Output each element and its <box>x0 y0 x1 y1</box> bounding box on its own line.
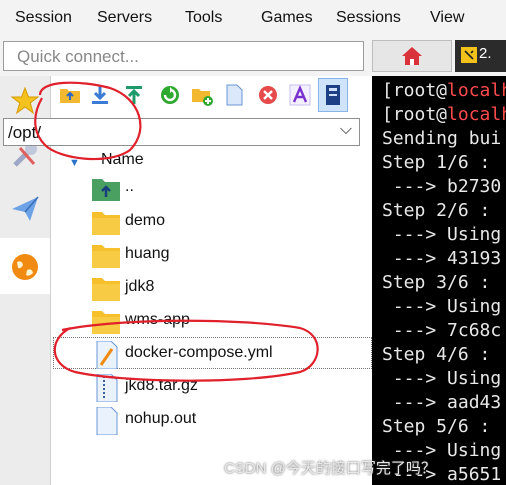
delete-icon[interactable] <box>257 84 279 106</box>
download-icon[interactable] <box>89 84 111 106</box>
terminal[interactable]: [root@localh [root@localh Sending bui St… <box>372 76 506 485</box>
terminal-line: Step 2/6 : <box>382 200 502 221</box>
list-item-label: nohup.out <box>125 410 197 427</box>
list-item[interactable]: jdk8 <box>87 271 372 305</box>
edit-file-icon <box>96 341 118 369</box>
file-icon <box>96 407 118 435</box>
folder-icon <box>92 245 120 268</box>
terminal-line: [root@localh <box>382 80 506 101</box>
terminal-line: Step 4/6 : <box>382 344 502 365</box>
list-item[interactable]: docker-compose.yml <box>87 337 372 371</box>
folder-icon <box>92 311 120 334</box>
menu-tools[interactable]: Tools <box>185 9 222 27</box>
terminal-line: ---> b2730 <box>382 176 502 197</box>
list-item-label: jkd8.tar.gz <box>125 377 198 394</box>
list-item[interactable]: nohup.out <box>87 403 372 437</box>
terminal-icon <box>461 47 477 63</box>
tab-terminal[interactable]: 2. <box>455 40 506 72</box>
terminal-tab-label: 2. <box>479 45 492 62</box>
star-icon <box>10 86 40 115</box>
parent-folder-icon <box>92 179 120 201</box>
home-icon <box>402 47 422 65</box>
folder-icon <box>92 278 120 301</box>
menu-view[interactable]: View <box>430 9 464 27</box>
list-item[interactable]: huang <box>87 238 372 272</box>
list-item[interactable]: .. <box>87 171 372 205</box>
terminal-line: Step 5/6 : <box>382 416 502 437</box>
globe-icon <box>12 254 38 280</box>
terminal-line: ---> 43193 <box>382 248 502 269</box>
refresh-icon[interactable] <box>159 84 181 106</box>
terminal-line: Step 1/6 : <box>382 152 502 173</box>
terminal-line: ---> Using <box>382 224 502 245</box>
sort-caret-icon[interactable]: ▼ <box>69 157 80 169</box>
watermark: CSDN @今天的接口写完了吗？ <box>224 460 436 477</box>
list-item-label: demo <box>125 212 166 229</box>
list-item-label: huang <box>125 245 170 262</box>
list-item-label: docker-compose.yml <box>125 344 273 361</box>
sidebar-tab-macros[interactable] <box>2 184 46 236</box>
new-folder-icon[interactable] <box>191 84 213 106</box>
properties-icon <box>326 85 340 105</box>
archive-file-icon <box>96 374 118 402</box>
quick-connect-input[interactable]: Quick connect... <box>3 41 364 71</box>
folder-icon <box>92 212 120 235</box>
list-item[interactable]: wms-app <box>87 304 372 338</box>
menu-games[interactable]: Games <box>261 9 313 27</box>
list-item-label: wms-app <box>125 311 190 328</box>
terminal-line: ---> Using <box>382 296 502 317</box>
upload-icon[interactable] <box>123 84 145 106</box>
menu-servers[interactable]: Servers <box>97 9 152 27</box>
rename-icon[interactable] <box>289 84 311 106</box>
terminal-line: ---> aad43 <box>382 392 502 413</box>
terminal-line: ---> Using <box>382 368 502 389</box>
menu-sessions[interactable]: Sessions <box>336 9 401 27</box>
sidebar-tab-sftp[interactable] <box>0 238 50 294</box>
open-folder-icon[interactable] <box>59 84 81 106</box>
path-value: /opt/ <box>8 123 42 142</box>
terminal-line: Sending bui <box>382 128 502 149</box>
list-item-label: jdk8 <box>125 278 155 295</box>
column-header-name[interactable]: Name <box>101 151 144 169</box>
menu-session[interactable]: Session <box>15 9 72 27</box>
new-file-icon[interactable] <box>223 84 245 106</box>
terminal-line: [root@localh <box>382 104 506 125</box>
list-item[interactable]: jkd8.tar.gz <box>87 370 372 404</box>
tab-home[interactable] <box>372 40 452 72</box>
menu-bar: Session Servers Tools Games Sessions Vie… <box>0 0 506 36</box>
terminal-line: ---> 7c68c <box>382 320 502 341</box>
sftp-toolbar <box>51 76 373 116</box>
paper-plane-icon <box>12 196 39 221</box>
path-combobox[interactable]: /opt/ ⌵ <box>3 118 360 146</box>
terminal-line: Step 3/6 : <box>382 272 502 293</box>
list-item[interactable]: demo <box>87 205 372 239</box>
properties-button[interactable] <box>318 78 348 112</box>
quick-connect-placeholder: Quick connect... <box>17 47 139 66</box>
chevron-down-icon[interactable]: ⌵ <box>340 121 352 139</box>
list-item-label: .. <box>125 178 134 195</box>
